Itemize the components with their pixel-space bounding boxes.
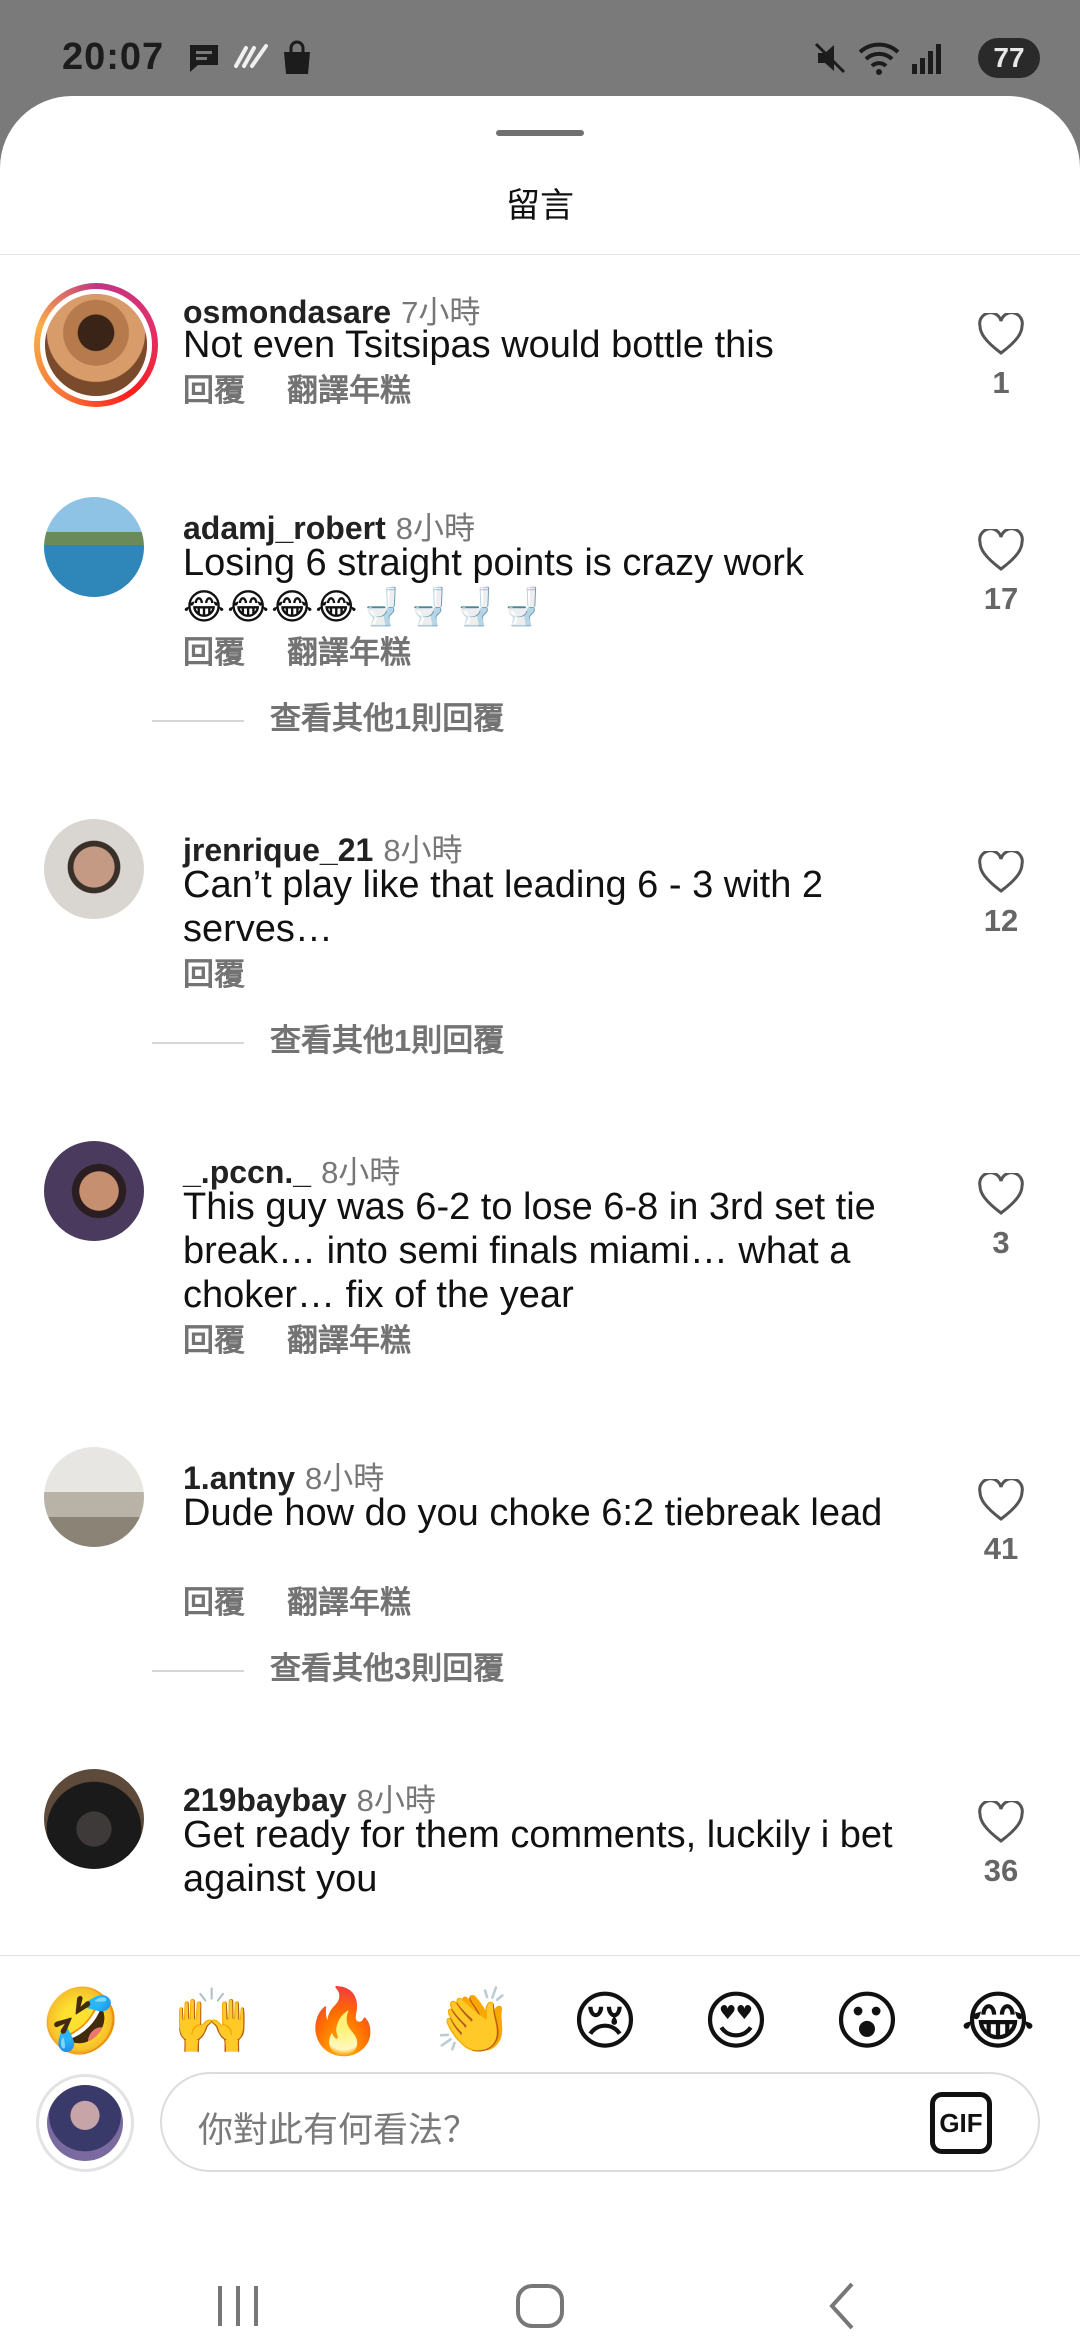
comment-text: Losing 6 straight points is crazy work: [183, 542, 804, 584]
reply-button[interactable]: 回覆: [183, 957, 245, 992]
comment-emoji: 😂😂😂😂🚽🚽🚽🚽: [183, 586, 547, 627]
reply-button[interactable]: 回覆: [183, 373, 245, 408]
like-count: 12: [983, 903, 1019, 938]
sheet-title: 留言: [506, 187, 574, 225]
translate-button[interactable]: 翻譯年糕: [287, 373, 411, 408]
home-button[interactable]: [512, 2274, 568, 2338]
emoji-raised-hands-button[interactable]: 🙌: [167, 1976, 257, 2066]
like-button[interactable]: 1: [968, 313, 1034, 401]
like-count: 41: [983, 1531, 1019, 1566]
like-button[interactable]: 36: [968, 1801, 1034, 1889]
heart-icon: [978, 313, 1024, 355]
like-button[interactable]: 41: [968, 1479, 1034, 1567]
reply-button[interactable]: 回覆: [183, 635, 245, 670]
comment-text: This guy was 6-2 to lose 6-8 in 3rd set …: [183, 1186, 876, 1316]
like-button[interactable]: 3: [968, 1173, 1034, 1261]
wifi-icon: [858, 42, 900, 75]
app-logo-icon: [234, 44, 268, 68]
heart-icon: [978, 1801, 1024, 1843]
view-more-replies-button[interactable]: 查看其他1則回覆: [152, 1015, 504, 1060]
emoji-clap-button[interactable]: 👏: [429, 1976, 519, 2066]
comment-text: Not even Tsitsipas would bottle this: [183, 324, 774, 366]
message-icon: [190, 45, 218, 72]
comment-input[interactable]: 你對此有何看法？ GIF: [160, 2072, 1040, 2172]
heart-icon: [978, 1479, 1024, 1521]
comment-text: Get ready for them comments, luckily i b…: [183, 1814, 893, 1900]
back-button[interactable]: [820, 2274, 864, 2338]
recent-apps-button[interactable]: [212, 2274, 264, 2338]
reply-button[interactable]: 回覆: [183, 1585, 245, 1620]
avatar[interactable]: [44, 1141, 144, 1241]
current-user-avatar: [36, 2074, 134, 2172]
like-button[interactable]: 12: [968, 851, 1034, 939]
avatar[interactable]: [44, 1447, 144, 1547]
emoji-heart-eyes-button[interactable]: 😍: [691, 1976, 781, 2066]
battery-icon: 77: [978, 38, 1040, 78]
status-time: 20:07: [62, 36, 165, 78]
heart-icon: [978, 529, 1024, 571]
translate-button[interactable]: 翻譯年糕: [287, 1585, 411, 1620]
emoji-bar: 🤣 🙌 🔥 👏 😢 😍 😮 😂: [0, 1976, 1080, 2076]
view-more-replies-label: 查看其他1則回覆: [270, 1023, 505, 1058]
signal-icon: [912, 44, 941, 74]
like-button[interactable]: 17: [968, 529, 1034, 617]
reply-button[interactable]: 回覆: [183, 1323, 245, 1358]
translate-button[interactable]: 翻譯年糕: [287, 635, 411, 670]
emoji-surprised-button[interactable]: 😮: [822, 1976, 912, 2066]
heart-icon: [978, 851, 1024, 893]
gif-button[interactable]: GIF: [930, 2092, 992, 2154]
like-count: 1: [992, 365, 1010, 400]
emoji-fire-button[interactable]: 🔥: [298, 1976, 388, 2066]
view-more-replies-label: 查看其他1則回覆: [270, 701, 505, 736]
comment-text: Can’t play like that leading 6 - 3 with …: [183, 864, 824, 950]
like-count: 36: [983, 1853, 1019, 1888]
avatar[interactable]: [44, 497, 144, 597]
avatar[interactable]: [44, 1769, 144, 1869]
comment-input-placeholder: 你對此有何看法？: [198, 2111, 479, 2150]
avatar[interactable]: [34, 283, 158, 407]
divider: [0, 1955, 1080, 1956]
system-nav-bar: [0, 2274, 1080, 2338]
view-more-replies-label: 查看其他3則回覆: [270, 1651, 505, 1686]
view-more-replies-button[interactable]: 查看其他1則回覆: [152, 693, 504, 738]
comment-list[interactable]: osmondasare 7小時 Not even Tsitsipas would …: [0, 255, 1080, 1955]
translate-button[interactable]: 翻譯年糕: [287, 1323, 411, 1358]
divider: [152, 1041, 244, 1044]
comments-sheet: 留言 osmondasare 7小時 Not even Tsitsipas wou…: [0, 96, 1080, 2340]
status-bar: 20:07 77: [0, 0, 1080, 96]
like-count: 3: [992, 1225, 1010, 1260]
like-count: 17: [983, 581, 1019, 616]
drag-handle[interactable]: [496, 130, 584, 136]
comment-text: Dude how do you choke 6:2 tiebreak lead: [183, 1492, 883, 1534]
mute-icon: [814, 42, 846, 74]
view-more-replies-button[interactable]: 查看其他3則回覆: [152, 1643, 504, 1688]
emoji-joy-button[interactable]: 😂: [953, 1976, 1043, 2066]
emoji-crying-button[interactable]: 😢: [560, 1976, 650, 2066]
heart-icon: [978, 1173, 1024, 1215]
emoji-rofl-button[interactable]: 🤣: [36, 1976, 126, 2066]
divider: [152, 1669, 244, 1672]
avatar[interactable]: [44, 819, 144, 919]
divider: [152, 719, 244, 722]
shopping-bag-icon: [284, 40, 310, 74]
